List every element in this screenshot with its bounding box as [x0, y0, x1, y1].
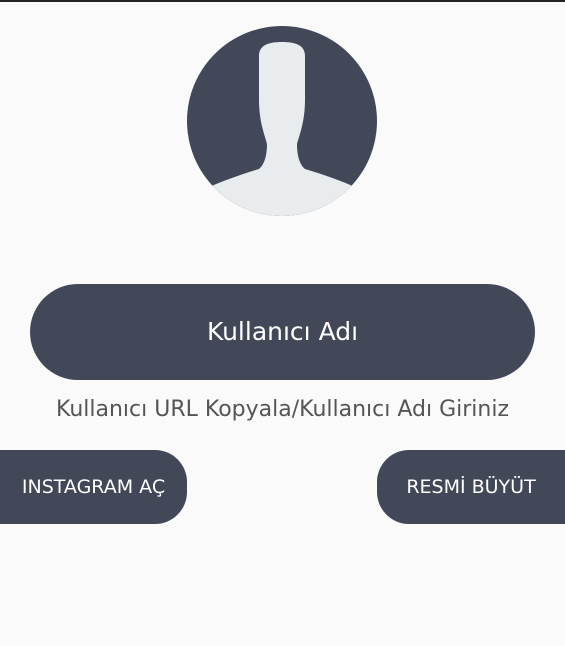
username-hint: Kullanıcı URL Kopyala/Kullanıcı Adı Giri… — [55, 397, 510, 422]
username-input[interactable]: Kullanıcı Adı — [30, 284, 535, 380]
open-instagram-button[interactable]: INSTAGRAM AÇ — [0, 450, 187, 524]
status-bar-divider — [0, 0, 565, 2]
profile-avatar — [187, 26, 377, 216]
default-user-icon — [193, 42, 371, 216]
enlarge-image-button[interactable]: RESMİ BÜYÜT — [377, 450, 565, 524]
